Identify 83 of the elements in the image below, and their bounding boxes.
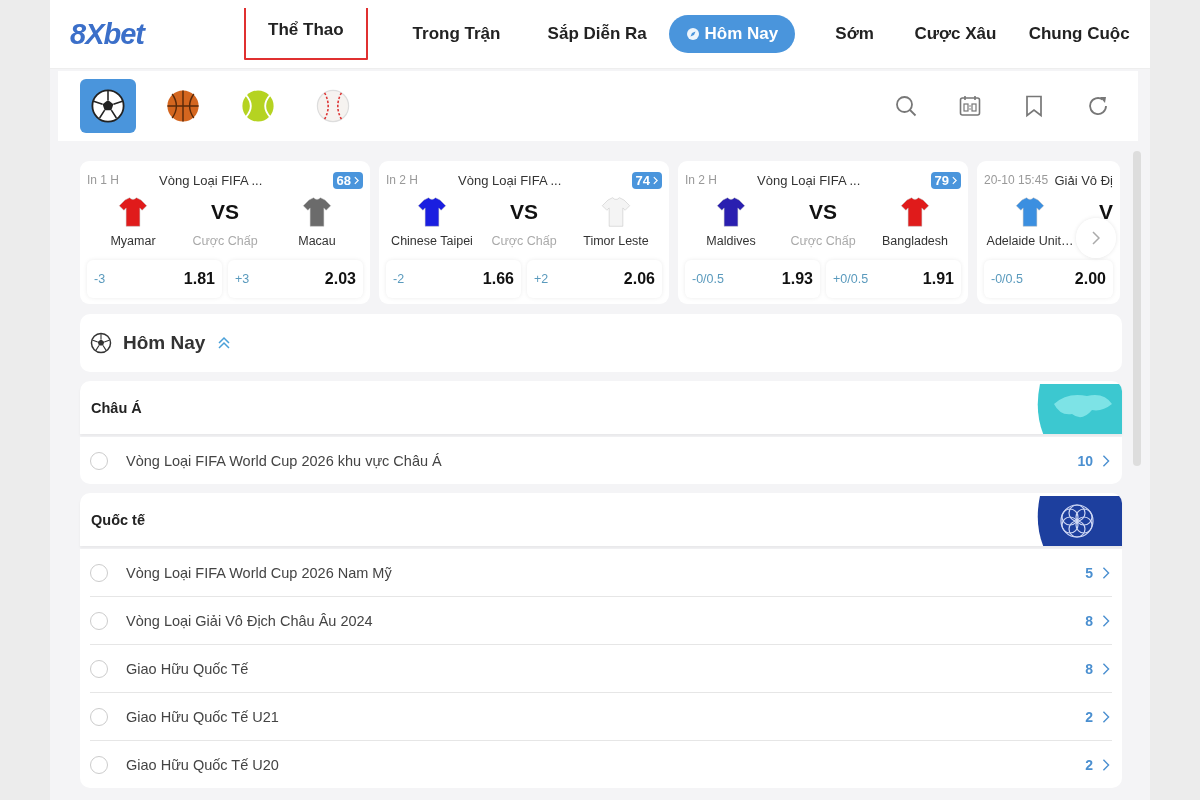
basketball-icon — [165, 88, 201, 124]
match-count: 2 — [1085, 708, 1093, 725]
league-name: Vòng Loại FIFA ... — [159, 172, 264, 188]
section-title: Hôm Nay — [123, 332, 206, 354]
match-time: In 1 H — [87, 173, 120, 187]
versus-label: VS — [510, 200, 538, 224]
nav-tab[interactable]: Sớm — [824, 15, 885, 53]
chevron-icon — [1102, 614, 1110, 627]
odds-button[interactable]: -2 1.66 — [386, 260, 521, 298]
match-count: 8 — [1085, 660, 1093, 677]
team-name: Bangladesh — [882, 234, 948, 248]
market-label: Cược Chấp — [192, 234, 258, 248]
versus-label: VS — [809, 200, 837, 224]
tennis-ball-icon — [240, 88, 276, 124]
match-time: In 2 H — [685, 173, 718, 187]
sport-button[interactable] — [80, 79, 136, 133]
league-row[interactable]: Vòng Loại Giải Vô Địch Châu Âu 2024 8 — [90, 597, 1112, 645]
match-card[interactable]: 20-10 15:45 Giải Vô Đị Adelaide Unit… V -0/0.5 2.00 — [977, 161, 1120, 304]
baseball-icon — [315, 88, 351, 124]
nav-tab[interactable]: Trong Trận — [401, 15, 512, 53]
soccer-ball-icon — [90, 332, 112, 354]
odds-button[interactable]: -3 1.81 — [87, 260, 222, 298]
match-count: 8 — [1085, 612, 1093, 629]
match-time: In 2 H — [386, 173, 419, 187]
league-name: Vòng Loại FIFA World Cup 2026 Nam Mỹ — [126, 564, 393, 581]
chevron-icon — [1102, 662, 1110, 675]
market-label: Cược Chấp — [491, 234, 557, 248]
chevron-icon — [1102, 758, 1110, 771]
league-name: Vòng Loại Giải Vô Địch Châu Âu 2024 — [126, 612, 374, 629]
nav-tab[interactable]: Thể Thao — [244, 8, 368, 60]
league-name: Giao Hữu Quốc Tế U20 — [126, 756, 280, 773]
match-count: 5 — [1085, 564, 1093, 581]
odds-button[interactable]: -0/0.5 2.00 — [984, 260, 1113, 298]
chevron-icon — [952, 175, 957, 185]
league-row[interactable]: Giao Hữu Quốc Tế 8 — [90, 645, 1112, 693]
team-name: Maldives — [706, 234, 756, 248]
match-card[interactable]: In 2 H Vòng Loại FIFA ... 79 Maldives VS Cược Chấp Bangladesh -0/0.5 1.93 +0/0.5 1.91 — [678, 161, 968, 304]
league-row[interactable]: Vòng Loại FIFA World Cup 2026 Nam Mỹ 5 — [90, 549, 1112, 597]
team-name: Macau — [298, 234, 336, 248]
chevron-icon — [653, 175, 658, 185]
market-label: Cược Chấp — [790, 234, 856, 248]
match-count: 10 — [1077, 452, 1093, 469]
versus-label: V — [1099, 200, 1113, 224]
league-name: Vòng Loại FIFA World Cup 2026 khu vực Châu Á — [126, 452, 443, 469]
nav-tab[interactable]: Cược Xâu — [910, 15, 1001, 53]
chevron-icon — [1102, 454, 1110, 467]
region-header[interactable]: Châu Á — [80, 381, 1122, 434]
scoreboard-icon[interactable] — [958, 94, 982, 118]
region-header[interactable]: Quốc tế — [80, 493, 1122, 546]
refresh-icon[interactable] — [1086, 94, 1110, 118]
compass-icon — [685, 27, 700, 41]
odds-button[interactable]: +0/0.5 1.91 — [826, 260, 961, 298]
region-title: Châu Á — [91, 399, 142, 416]
odds-button[interactable]: -0/0.5 1.93 — [685, 260, 820, 298]
chevron-icon — [1102, 566, 1110, 579]
league-name: Giao Hữu Quốc Tế U21 — [126, 708, 280, 725]
versus-label: VS — [211, 200, 239, 224]
league-row[interactable]: Giao Hữu Quốc Tế U20 2 — [90, 741, 1112, 788]
team-name: Timor Leste — [583, 234, 649, 248]
chevron-icon — [354, 175, 359, 185]
region-title: Quốc tế — [91, 511, 145, 528]
odds-button[interactable]: +2 2.06 — [527, 260, 662, 298]
league-name: Vòng Loại FIFA ... — [757, 172, 862, 188]
odds-button[interactable]: +3 2.03 — [228, 260, 363, 298]
soccer-ball-icon — [90, 88, 126, 124]
chevron-icon — [1102, 710, 1110, 723]
match-count: 2 — [1085, 756, 1093, 773]
league-row[interactable]: Giao Hữu Quốc Tế U21 2 — [90, 693, 1112, 741]
match-card[interactable]: In 1 H Vòng Loại FIFA ... 68 Myamar VS Cược Chấp Macau -3 1.81 +3 2.03 — [80, 161, 370, 304]
match-time: 20-10 15:45 — [984, 173, 1050, 187]
nav-tab[interactable]: Chung Cuộc — [1024, 15, 1134, 53]
collapse-icon[interactable] — [217, 336, 232, 350]
team-name: Adelaide Unit… — [986, 234, 1074, 248]
match-card[interactable]: In 2 H Vòng Loại FIFA ... 74 Chinese Taipei VS Cược Chấp Timor Leste -2 1.66 +2 2.06 — [379, 161, 669, 304]
league-name: Vòng Loại FIFA ... — [458, 172, 563, 188]
search-icon[interactable] — [894, 94, 918, 118]
logo[interactable]: 8Xbet — [70, 17, 244, 51]
nav-tab[interactable]: Sắp Diễn Ra — [537, 15, 658, 53]
league-name: Giao Hữu Quốc Tế — [126, 660, 250, 677]
chevron-icon — [1092, 231, 1100, 245]
team-name: Chinese Taipei — [391, 234, 473, 248]
team-name: Myamar — [110, 234, 156, 248]
league-name: Giải Vô Đị — [1054, 172, 1113, 188]
